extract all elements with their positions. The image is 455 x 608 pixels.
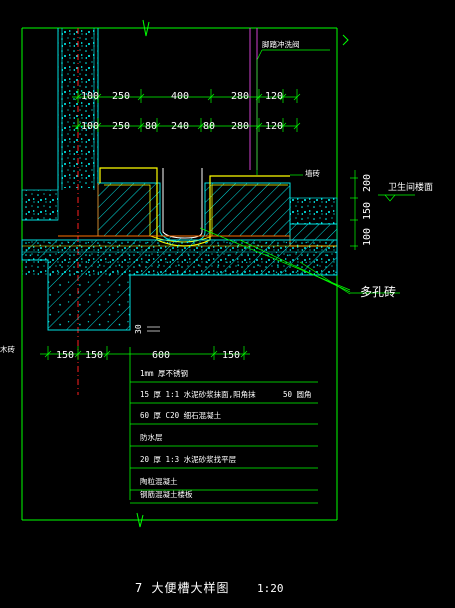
trough-body (97, 168, 291, 243)
layer-note-text: 防水层 (140, 432, 163, 442)
porous-brick-label: 多孔砖 (360, 284, 396, 299)
layer-note-text: 15 厚 1:1 水泥砂浆抹面,阳角抹 (140, 389, 256, 399)
dim-80-a: 80 (145, 121, 157, 132)
layer-note-text: 1mm 厚不锈钢 (140, 368, 188, 378)
layer-note-extra: 50 圆角 (283, 389, 312, 399)
drawing-scale: 1:20 (257, 582, 284, 595)
drawing-title: 7 大便槽大样图 (135, 580, 229, 595)
dim-150-a: 150 (56, 350, 74, 361)
dim-250-a: 250 (112, 91, 130, 102)
dim-250-b: 250 (112, 121, 130, 132)
layer-note-text: 60 厚 C20 细石混凝土 (140, 410, 222, 420)
floor-level-label: 卫生间楼面 (388, 181, 433, 193)
wall-tile-label: 墙砖 (305, 168, 320, 178)
dim-80-b: 80 (203, 121, 215, 132)
dim-100-vert: 100 (362, 228, 373, 246)
slope-label: 30 (134, 324, 143, 334)
layer-note-text: 20 厚 1:3 水泥砂浆找平层 (140, 454, 237, 464)
structural-slab (21, 239, 338, 331)
layer-note-text: 陶粒混凝土 (140, 476, 178, 486)
dim-100-a: 100 (81, 91, 99, 102)
dim-600: 600 (152, 350, 170, 361)
dim-150-vert: 150 (362, 202, 373, 220)
dim-240: 240 (171, 121, 189, 132)
dim-100-b: 100 (81, 121, 99, 132)
top-dim-row-1: 100 250 400 280 120 (81, 91, 283, 102)
flush-valve-label: 脚踏冲洗阀 (262, 39, 300, 49)
dim-150-c: 150 (222, 350, 240, 361)
dim-280-b: 280 (231, 121, 249, 132)
dim-120-b: 120 (265, 121, 283, 132)
detail-drawing: 100 250 400 280 120 100 250 80 240 80 28… (0, 19, 433, 595)
right-vertical-dims: 200 150 100 卫生间楼面 (362, 174, 433, 246)
left-edge-label: 木砖 (0, 344, 15, 354)
layer-notes: 1mm 厚不锈钢 15 厚 1:1 水泥砂浆抹面,阳角抹 50 圆角 60 厚 C20… (129, 347, 318, 504)
dim-120-a: 120 (265, 91, 283, 102)
right-floor-build-up (289, 223, 338, 241)
dim-200-vert: 200 (362, 174, 373, 192)
dim-280-a: 280 (231, 91, 249, 102)
top-dim-row-2: 100 250 80 240 80 280 120 (81, 121, 283, 132)
flush-pipe (249, 28, 258, 170)
layer-note-text: 钢筋混凝土楼板 (140, 489, 193, 499)
dim-400: 400 (171, 91, 189, 102)
dim-150-b: 150 (85, 350, 103, 361)
slope-arrow (147, 326, 160, 332)
